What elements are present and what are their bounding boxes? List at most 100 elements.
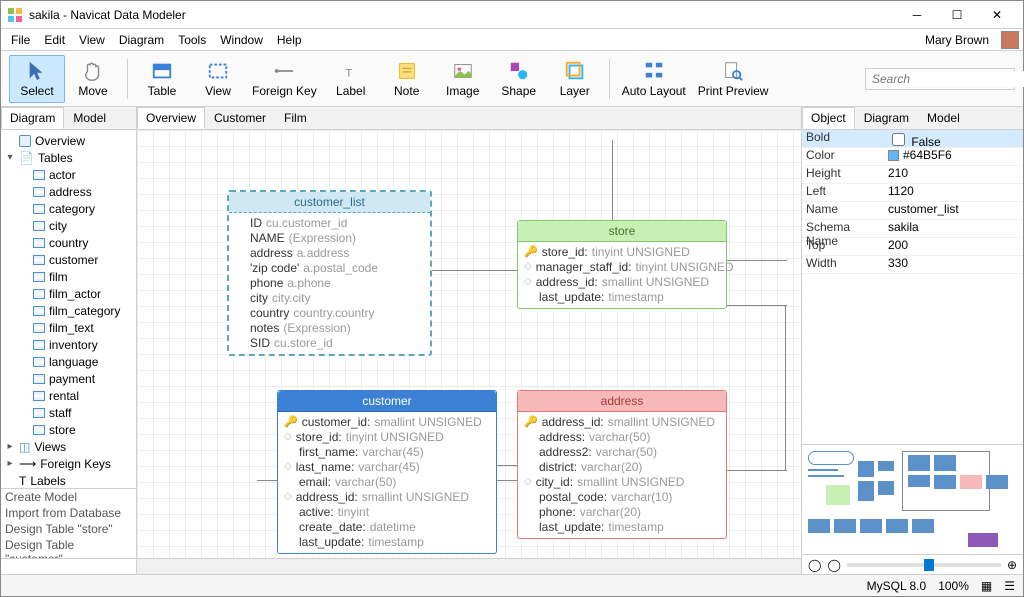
field-row[interactable]: 🔑store_id: tinyint UNSIGNED [524, 244, 720, 259]
field-row[interactable]: ID cu.customer_id [235, 215, 424, 230]
zoom-out-icon[interactable]: ◯ [827, 558, 840, 572]
field-row[interactable]: country country.country [235, 305, 424, 320]
field-row[interactable]: city city.city [235, 290, 424, 305]
prop-height[interactable]: Height210 [802, 166, 1023, 184]
right-tab-model[interactable]: Model [918, 107, 969, 129]
menu-help[interactable]: Help [271, 31, 308, 49]
field-row[interactable]: SID cu.store_id [235, 335, 424, 350]
field-row[interactable]: ◇city_id: smallint UNSIGNED [524, 474, 720, 489]
zoom-slider[interactable] [847, 563, 1001, 567]
tool-view[interactable]: View [190, 55, 246, 103]
tree-table-address[interactable]: address [1, 183, 136, 200]
menu-edit[interactable]: Edit [38, 31, 71, 49]
tree-views[interactable]: ▸◫Views [1, 438, 136, 455]
tool-print-preview[interactable]: Print Preview [692, 55, 775, 103]
connector[interactable] [727, 305, 787, 306]
prop-width[interactable]: Width330 [802, 256, 1023, 274]
tree-table-city[interactable]: city [1, 217, 136, 234]
field-row[interactable]: last_update: timestamp [524, 289, 720, 304]
tool-foreign-key[interactable]: Foreign Key [246, 55, 323, 103]
tree-table-store[interactable]: store [1, 421, 136, 438]
minimap[interactable] [802, 444, 1023, 554]
avatar[interactable] [1001, 31, 1019, 49]
recent-item[interactable]: Design Table "store" [1, 521, 136, 537]
zoom-in-icon[interactable]: ⊕ [1007, 558, 1017, 572]
tool-move[interactable]: Move [65, 55, 121, 103]
connector[interactable] [257, 480, 279, 481]
prop-bold[interactable]: Bold False [802, 130, 1023, 148]
properties-grid[interactable]: Bold FalseColor#64B5F6Height210Left1120N… [802, 130, 1023, 444]
tree-table-film[interactable]: film [1, 268, 136, 285]
left-tab-diagram[interactable]: Diagram [1, 107, 64, 129]
tree-table-film_category[interactable]: film_category [1, 302, 136, 319]
menu-diagram[interactable]: Diagram [113, 31, 170, 49]
tree-table-country[interactable]: country [1, 234, 136, 251]
prop-left[interactable]: Left1120 [802, 184, 1023, 202]
connector[interactable] [727, 470, 787, 471]
field-row[interactable]: active: tinyint [284, 504, 490, 519]
tree-labels[interactable]: TLabels [1, 472, 136, 488]
tree-table-inventory[interactable]: inventory [1, 336, 136, 353]
field-row[interactable]: ◇address_id: smallint UNSIGNED [524, 274, 720, 289]
field-row[interactable]: last_update: timestamp [284, 534, 490, 549]
menu-file[interactable]: File [5, 31, 36, 49]
close-button[interactable]: ✕ [977, 1, 1017, 29]
zoom-out-icon[interactable]: ◯ [808, 558, 821, 572]
entity-header[interactable]: store [518, 221, 726, 242]
right-tab-object[interactable]: Object [802, 107, 855, 129]
entity-customer_list[interactable]: customer_list ID cu.customer_idNAME (Expr… [227, 190, 432, 356]
user-name[interactable]: Mary Brown [919, 31, 995, 49]
field-row[interactable]: 🔑address_id: smallint UNSIGNED [524, 414, 720, 429]
tool-table[interactable]: Table [134, 55, 190, 103]
tool-label[interactable]: TLabel [323, 55, 379, 103]
field-row[interactable]: district: varchar(20) [524, 459, 720, 474]
field-row[interactable]: ◇manager_staff_id: tinyint UNSIGNED [524, 259, 720, 274]
entity-customer[interactable]: customer🔑customer_id: smallint UNSIGNED◇… [277, 390, 497, 554]
recent-item[interactable]: Design Table "customer" [1, 537, 136, 558]
tree-table-customer[interactable]: customer [1, 251, 136, 268]
tree-table-actor[interactable]: actor [1, 166, 136, 183]
tool-auto-layout[interactable]: Auto Layout [616, 55, 692, 103]
canvas[interactable]: customer_list ID cu.customer_idNAME (Expr… [137, 130, 801, 558]
recent-item[interactable]: Import from Database [1, 505, 136, 521]
tool-image[interactable]: Image [435, 55, 491, 103]
entity-address[interactable]: address 🔑address_id: smallint UNSIGNED add… [517, 390, 727, 539]
tree-overview[interactable]: Overview [1, 132, 136, 149]
prop-schema-name[interactable]: Schema Namesakila [802, 220, 1023, 238]
canvas-tab-overview[interactable]: Overview [137, 107, 205, 129]
field-row[interactable]: ◇last_name: varchar(45) [284, 459, 490, 474]
field-row[interactable]: ◇address_id: smallint UNSIGNED [284, 489, 490, 504]
right-tab-diagram[interactable]: Diagram [855, 107, 918, 129]
field-row[interactable]: address a.address [235, 245, 424, 260]
field-row[interactable]: email: varchar(50) [284, 474, 490, 489]
tree-table-rental[interactable]: rental [1, 387, 136, 404]
field-row[interactable]: postal_code: varchar(10) [524, 489, 720, 504]
field-row[interactable]: notes (Expression) [235, 320, 424, 335]
field-row[interactable]: create_date: datetime [284, 519, 490, 534]
canvas-scrollbar-h[interactable] [137, 558, 801, 574]
connector[interactable] [785, 305, 786, 471]
canvas-tab-customer[interactable]: Customer [205, 107, 275, 129]
entity-header[interactable]: address [518, 391, 726, 412]
entity-store[interactable]: store 🔑store_id: tinyint UNSIGNED◇manager… [517, 220, 727, 309]
field-row[interactable]: last_update: timestamp [524, 519, 720, 534]
field-row[interactable]: NAME (Expression) [235, 230, 424, 245]
tree[interactable]: Overview▾📄Tablesactoraddresscategorycity… [1, 130, 136, 488]
prop-name[interactable]: Namecustomer_list [802, 202, 1023, 220]
search-input[interactable]: 🔍 [865, 68, 1015, 90]
tree-fks[interactable]: ▸⟶Foreign Keys [1, 455, 136, 472]
menu-tools[interactable]: Tools [172, 31, 212, 49]
tool-note[interactable]: Note [379, 55, 435, 103]
menu-view[interactable]: View [73, 31, 111, 49]
connector[interactable] [495, 465, 519, 466]
entity-header[interactable]: customer_list [229, 192, 430, 213]
entity-header[interactable]: customer [278, 391, 496, 412]
prop-color[interactable]: Color#64B5F6 [802, 148, 1023, 166]
tree-table-payment[interactable]: payment [1, 370, 136, 387]
menu-window[interactable]: Window [214, 31, 269, 49]
tool-select[interactable]: Select [9, 55, 65, 103]
field-row[interactable]: 🔑customer_id: smallint UNSIGNED [284, 414, 490, 429]
field-row[interactable]: ◇store_id: tinyint UNSIGNED [284, 429, 490, 444]
field-row[interactable]: address2: varchar(50) [524, 444, 720, 459]
field-row[interactable]: 'zip code' a.postal_code [235, 260, 424, 275]
